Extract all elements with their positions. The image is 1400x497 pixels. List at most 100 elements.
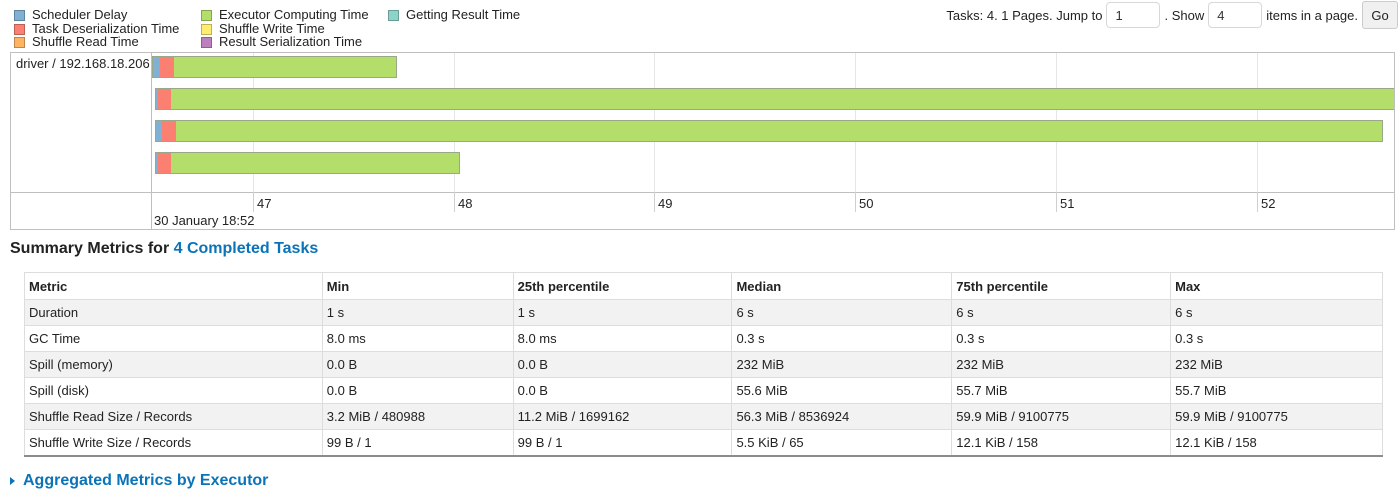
jump-to-page-input[interactable] <box>1106 2 1161 28</box>
table-cell: 232 MiB <box>951 351 1172 378</box>
legend-item-executor-computing: Executor Computing Time <box>201 8 369 22</box>
caret-right-icon <box>10 477 15 485</box>
page-size-input[interactable] <box>1208 2 1263 28</box>
getting-result-swatch <box>388 9 399 21</box>
table-cell: 5.5 KiB / 65 <box>731 429 953 457</box>
task-deserialization-segment <box>162 121 176 141</box>
timeline-group-column: driver / 192.168.18.206 <box>11 53 152 192</box>
table-row: Shuffle Write Size / Records 99 B / 1 99… <box>24 429 1383 457</box>
table-cell: 0.0 B <box>322 377 514 404</box>
metric-name-cell: Duration <box>24 299 323 326</box>
task-bar[interactable] <box>155 88 1394 110</box>
shuffle-read-swatch <box>14 36 25 48</box>
metric-name-cell: Spill (memory) <box>24 351 323 378</box>
axis-tick <box>1257 192 1258 212</box>
summary-title-prefix: Summary Metrics for <box>10 240 174 257</box>
task-deserialization-segment <box>160 57 174 77</box>
axis-tick <box>253 192 254 212</box>
table-cell: 8.0 ms <box>322 325 514 352</box>
legend-item-getting-result: Getting Result Time <box>388 8 520 22</box>
legend-label: Scheduler Delay <box>32 7 128 22</box>
legend-label: Result Serialization Time <box>219 34 363 49</box>
executor-computing-swatch <box>201 9 212 21</box>
table-row: Spill (disk) 0.0 B 0.0 B 55.6 MiB 55.7 M… <box>24 377 1383 404</box>
column-header-metric[interactable]: Metric <box>24 272 323 300</box>
axis-tick-label: 51 <box>1060 196 1075 211</box>
executor-computing-segment <box>176 121 1382 141</box>
pager-text-after: items in a page. <box>1266 7 1358 23</box>
task-bar[interactable] <box>155 152 460 174</box>
table-cell: 55.7 MiB <box>951 377 1172 404</box>
table-cell: 3.2 MiB / 480988 <box>322 403 514 430</box>
table-cell: 0.0 B <box>322 351 514 378</box>
column-header-max[interactable]: Max <box>1170 272 1383 300</box>
table-cell: 0.3 s <box>731 325 953 352</box>
table-cell: 0.0 B <box>513 377 733 404</box>
pager-text-middle: . Show <box>1164 7 1205 23</box>
axis-tick-label: 52 <box>1261 196 1276 211</box>
table-cell: 0.0 B <box>513 351 733 378</box>
legend-item-shuffle-read: Shuffle Read Time <box>14 35 139 49</box>
task-pager: Tasks: 4. 1 Pages. Jump to . Show items … <box>946 1 1398 29</box>
executor-computing-segment <box>171 153 459 173</box>
timeline-plot-area[interactable]: 47 48 49 50 51 52 30 January 18:52 <box>152 53 1394 230</box>
event-timeline: driver / 192.168.18.206 47 48 49 50 51 5… <box>10 52 1395 230</box>
legend-item-scheduler-delay: Scheduler Delay <box>14 8 127 22</box>
task-bar[interactable] <box>155 120 1383 142</box>
table-row: Shuffle Read Size / Records 3.2 MiB / 48… <box>24 403 1383 430</box>
axis-left-cell <box>11 192 152 230</box>
metric-name-cell: Spill (disk) <box>24 377 323 404</box>
axis-tick-label: 47 <box>257 196 272 211</box>
summary-metrics-title: Summary Metrics for 4 Completed Tasks <box>10 240 318 258</box>
table-cell: 232 MiB <box>1170 351 1383 378</box>
timeline-legend: Scheduler Delay Task Deserialization Tim… <box>14 8 574 50</box>
axis-date-label: 30 January 18:52 <box>154 213 255 228</box>
executor-computing-segment <box>171 89 1394 109</box>
legend-item-result-serialization: Result Serialization Time <box>201 35 362 49</box>
axis-tick-label: 50 <box>859 196 874 211</box>
executor-group-label: driver / 192.168.18.206 <box>16 56 150 71</box>
axis-tick-label: 48 <box>458 196 473 211</box>
executor-computing-segment <box>174 57 396 77</box>
axis-tick <box>654 192 655 212</box>
completed-tasks-link[interactable]: 4 Completed Tasks <box>174 240 319 257</box>
legend-label: Executor Computing Time <box>219 7 369 22</box>
table-cell: 12.1 KiB / 158 <box>951 429 1172 457</box>
table-cell: 0.3 s <box>951 325 1172 352</box>
table-row: Duration 1 s 1 s 6 s 6 s 6 s <box>24 299 1383 326</box>
table-row: GC Time 8.0 ms 8.0 ms 0.3 s 0.3 s 0.3 s <box>24 325 1383 352</box>
column-header-median[interactable]: Median <box>731 272 953 300</box>
column-header-min[interactable]: Min <box>322 272 514 300</box>
table-cell: 55.7 MiB <box>1170 377 1383 404</box>
legend-label: Shuffle Read Time <box>32 34 139 49</box>
task-deserialization-segment <box>158 89 171 109</box>
column-header-25th-percentile[interactable]: 25th percentile <box>513 272 733 300</box>
go-button[interactable]: Go <box>1362 1 1398 29</box>
table-cell: 99 B / 1 <box>322 429 514 457</box>
task-bar[interactable] <box>152 56 397 78</box>
scheduler-delay-swatch <box>14 9 25 21</box>
task-deserialization-swatch <box>14 23 25 35</box>
aggregated-metrics-toggle[interactable]: Aggregated Metrics by Executor <box>10 472 268 490</box>
table-cell: 0.3 s <box>1170 325 1383 352</box>
table-cell: 6 s <box>1170 299 1383 326</box>
metric-name-cell: GC Time <box>24 325 323 352</box>
metric-name-cell: Shuffle Read Size / Records <box>24 403 323 430</box>
legend-label: Getting Result Time <box>406 7 521 22</box>
metric-name-cell: Shuffle Write Size / Records <box>24 429 323 457</box>
axis-tick <box>855 192 856 212</box>
axis-tick <box>1056 192 1057 212</box>
table-cell: 56.3 MiB / 8536924 <box>731 403 953 430</box>
table-cell: 99 B / 1 <box>513 429 733 457</box>
shuffle-write-swatch <box>201 23 212 35</box>
aggregated-metrics-label: Aggregated Metrics by Executor <box>23 472 269 489</box>
table-cell: 55.6 MiB <box>731 377 953 404</box>
table-cell: 1 s <box>322 299 514 326</box>
task-deserialization-segment <box>158 153 171 173</box>
column-header-75th-percentile[interactable]: 75th percentile <box>951 272 1172 300</box>
table-cell: 6 s <box>951 299 1172 326</box>
table-cell: 11.2 MiB / 1699162 <box>513 403 733 430</box>
table-row: Spill (memory) 0.0 B 0.0 B 232 MiB 232 M… <box>24 351 1383 378</box>
table-cell: 12.1 KiB / 158 <box>1170 429 1383 457</box>
table-cell: 59.9 MiB / 9100775 <box>951 403 1172 430</box>
